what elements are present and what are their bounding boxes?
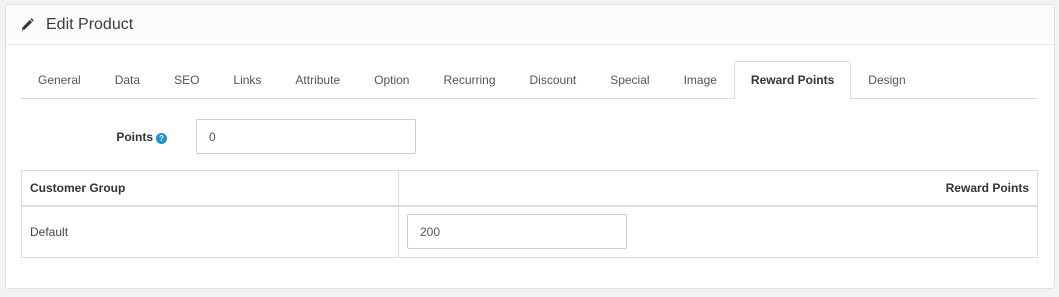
table-header-row: Customer Group Reward Points bbox=[21, 170, 1038, 207]
points-form-row: Points? bbox=[21, 119, 1037, 155]
tab-general[interactable]: General bbox=[21, 61, 98, 99]
column-header-reward-points: Reward Points bbox=[398, 170, 1038, 207]
tab-option[interactable]: Option bbox=[357, 61, 426, 99]
question-circle-icon[interactable]: ? bbox=[156, 133, 167, 144]
tab-data[interactable]: Data bbox=[98, 61, 157, 99]
reward-points-table: Customer Group Reward Points Default bbox=[21, 170, 1038, 258]
product-tabs: General Data SEO Links Attribute Option … bbox=[21, 61, 1037, 100]
tab-seo[interactable]: SEO bbox=[157, 61, 216, 99]
tab-image[interactable]: Image bbox=[667, 61, 734, 99]
tab-reward-points[interactable]: Reward Points bbox=[733, 61, 852, 100]
points-label-text: Points bbox=[116, 130, 153, 144]
tab-recurring[interactable]: Recurring bbox=[426, 61, 512, 99]
column-header-customer-group: Customer Group bbox=[21, 170, 399, 207]
page-title: Edit Product bbox=[46, 15, 134, 33]
points-label: Points? bbox=[21, 119, 167, 155]
points-input[interactable] bbox=[196, 119, 416, 154]
tab-attribute[interactable]: Attribute bbox=[278, 61, 357, 99]
tab-special[interactable]: Special bbox=[593, 61, 666, 99]
tab-links[interactable]: Links bbox=[216, 61, 278, 99]
reward-points-cell bbox=[398, 205, 1038, 258]
reward-points-input[interactable] bbox=[407, 214, 627, 250]
customer-group-cell: Default bbox=[21, 205, 399, 258]
pencil-icon bbox=[20, 17, 34, 32]
tab-design[interactable]: Design bbox=[851, 61, 922, 99]
panel-heading: Edit Product bbox=[6, 5, 1054, 45]
edit-product-panel: Edit Product General Data SEO Links Attr… bbox=[5, 4, 1055, 289]
table-row: Default bbox=[21, 205, 1038, 258]
tab-discount[interactable]: Discount bbox=[513, 61, 594, 99]
